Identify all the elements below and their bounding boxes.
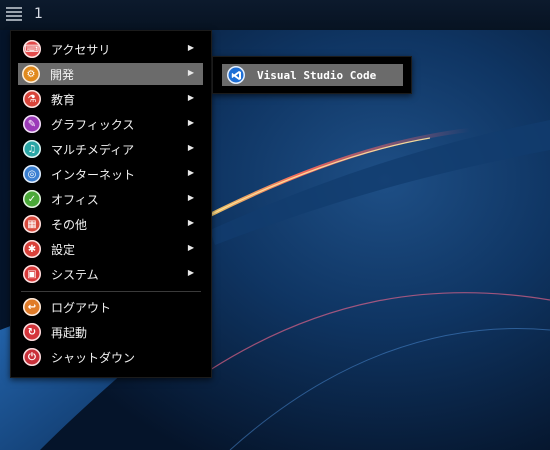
menu-separator [21, 291, 201, 292]
menu-item-label: その他 [51, 217, 88, 232]
menu-item-label: アクセサリ [51, 42, 111, 57]
graphics-icon: ✎ [23, 115, 41, 133]
submenu-arrow-icon: ▶ [187, 268, 194, 277]
app-menu-icon[interactable] [6, 7, 22, 23]
submenu-arrow-icon: ▶ [187, 68, 194, 77]
menu-item-label: シャットダウン [51, 350, 136, 365]
logout-icon: ↩ [23, 298, 41, 316]
menu-item-restart[interactable]: ↻ 再起動 [19, 321, 203, 343]
menu-item-multimedia[interactable]: ♫ マルチメディア ▶ [19, 138, 203, 160]
office-icon: ✓ [23, 190, 41, 208]
menu-item-label: ログアウト [51, 300, 112, 315]
education-icon: ⚗ [23, 90, 41, 108]
vscode-icon [227, 66, 245, 84]
menu-item-label: 設定 [51, 242, 76, 257]
menu-item-development[interactable]: ⚙ 開発 ▶ [18, 63, 203, 85]
submenu-arrow-icon: ▶ [187, 168, 194, 177]
submenu-arrow-icon: ▶ [187, 43, 194, 52]
menu-item-other[interactable]: ▦ その他 ▶ [19, 213, 203, 235]
internet-icon: ◎ [23, 165, 41, 183]
submenu-arrow-icon: ▶ [187, 93, 194, 102]
system-icon: ▣ [23, 265, 41, 283]
taskbar: 1 [0, 0, 550, 30]
menu-item-system[interactable]: ▣ システム ▶ [19, 263, 203, 285]
submenu-arrow-icon: ▶ [187, 243, 194, 252]
submenu-arrow-icon: ▶ [187, 143, 194, 152]
menu-item-label: マルチメディア [51, 142, 135, 157]
other-icon: ▦ [23, 215, 41, 233]
menu-item-settings[interactable]: ✱ 設定 ▶ [19, 238, 203, 260]
menu-item-label: システム [51, 267, 99, 282]
menu-item-office[interactable]: ✓ オフィス ▶ [19, 188, 203, 210]
submenu-item-vscode[interactable]: Visual Studio Code [222, 64, 403, 86]
menu-item-label: 開発 [50, 67, 75, 82]
development-icon: ⚙ [22, 65, 40, 83]
menu-item-accessories[interactable]: ⌨ アクセサリ ▶ [19, 38, 203, 60]
menu-item-shutdown[interactable]: ⏻ シャットダウン [19, 346, 203, 368]
accessories-icon: ⌨ [23, 40, 41, 58]
menu-item-logout[interactable]: ↩ ログアウト [19, 296, 203, 318]
menu-item-education[interactable]: ⚗ 教育 ▶ [19, 88, 203, 110]
menu-item-graphics[interactable]: ✎ グラフィックス ▶ [19, 113, 203, 135]
menu-item-label: グラフィックス [51, 117, 135, 132]
multimedia-icon: ♫ [23, 140, 41, 158]
menu-item-internet[interactable]: ◎ インターネット ▶ [19, 163, 203, 185]
application-menu: ⌨ アクセサリ ▶ ⚙ 開発 ▶ ⚗ 教育 ▶ ✎ グラフィックス ▶ ♫ マルチメディア ▶ ◎ インターネッ… [10, 30, 212, 378]
submenu-arrow-icon: ▶ [187, 193, 194, 202]
menu-item-label: オフィス [51, 192, 99, 207]
submenu-item-label: Visual Studio Code [257, 68, 377, 82]
menu-item-label: インターネット [51, 167, 136, 182]
development-submenu: Visual Studio Code [212, 56, 412, 94]
restart-icon: ↻ [23, 323, 41, 341]
workspace-indicator[interactable]: 1 [34, 6, 43, 22]
menu-item-label: 再起動 [51, 325, 88, 340]
shutdown-icon: ⏻ [23, 348, 41, 366]
submenu-arrow-icon: ▶ [187, 118, 194, 127]
menu-item-label: 教育 [51, 92, 76, 107]
submenu-arrow-icon: ▶ [187, 218, 194, 227]
settings-icon: ✱ [23, 240, 41, 258]
